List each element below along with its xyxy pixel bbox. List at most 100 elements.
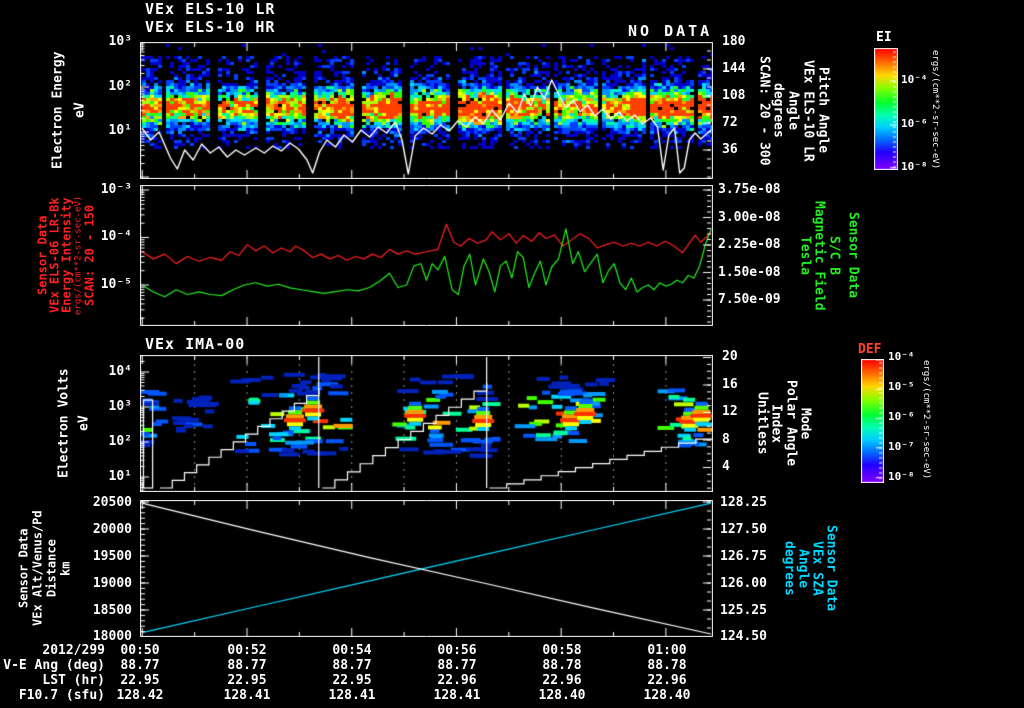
mode-tick: 20 (722, 349, 738, 364)
ima-spectrogram-panel (140, 355, 713, 492)
ima-y-tick: 10³ (108, 399, 132, 414)
ima-right-label: Polar Angle (783, 380, 799, 467)
mode-tick: 16 (722, 377, 738, 392)
time-tick: 00:52 (227, 643, 267, 658)
lst-value: 22.95 (332, 673, 372, 688)
els-right-label: SCAN: 20 - 300 (756, 55, 772, 166)
sza-right-label: degrees (781, 541, 797, 596)
ima-y-axis-label: Electron Volts (56, 368, 72, 479)
bfield-right-label: Tesla (797, 235, 813, 276)
els-right-label: Pitch Angle (815, 67, 831, 154)
sza-tick: 126.00 (720, 576, 767, 591)
time-tick: 00:50 (120, 643, 160, 658)
ve-ang-value: 88.77 (437, 658, 477, 673)
ei-colorbar (874, 48, 898, 170)
lst-value: 22.96 (647, 673, 687, 688)
title-els-hr: VEx ELS-10 HR (145, 18, 276, 36)
no-data-status: NO DATA (628, 22, 713, 40)
time-tick: 00:56 (437, 643, 477, 658)
lst-value: 22.96 (542, 673, 582, 688)
ve-ang-value: 88.77 (227, 658, 267, 673)
ei-tick: 10⁻⁸ (901, 160, 928, 173)
vex-plot-window: VEx ELS-10 LR VEx ELS-10 HR NO DATA VEx … (0, 0, 1024, 708)
pitch-tick: 36 (722, 142, 738, 157)
def-tick: 10⁻⁵ (888, 380, 915, 393)
els-y-axis-label: Electron Energy (50, 51, 66, 170)
sza-right-label: VEx SZA (809, 541, 825, 596)
def-tick: 10⁻⁶ (888, 410, 915, 423)
alt-left-label: VEx Alt/Venus/Pd (30, 510, 45, 627)
alt-y-tick: 19000 (92, 576, 132, 591)
ei-colorbar-title: EI (876, 30, 892, 45)
intensity-left-label: SCAN: 20 - 150 (82, 204, 97, 307)
lst-value: 22.96 (437, 673, 477, 688)
bfield-tick: 1.50e-08 (718, 265, 781, 280)
title-els-lr: VEx ELS-10 LR (145, 0, 276, 18)
altitude-sza-panel (140, 500, 713, 637)
ei-tick: 10⁻⁴ (901, 73, 928, 86)
bfield-tick: 7.50e-09 (718, 292, 781, 307)
mode-tick: 8 (722, 432, 730, 447)
els-y-axis-unit: eV (72, 102, 88, 119)
sza-tick: 124.50 (720, 629, 767, 644)
els-right-label: Angle (785, 90, 801, 131)
bfield-tick: 3.00e-08 (718, 210, 781, 225)
bfield-tick: 3.75e-08 (718, 182, 781, 197)
f107-value: 128.40 (538, 688, 586, 703)
els-y-tick: 10³ (108, 34, 132, 49)
intensity-y-tick: 10⁻³ (100, 182, 132, 197)
pitch-tick: 72 (722, 115, 738, 130)
date-label: 2012/299 (42, 643, 105, 658)
row-label-ve-ang: V-E Ang (deg) (3, 658, 105, 673)
alt-y-tick: 19500 (92, 549, 132, 564)
ve-ang-value: 88.78 (647, 658, 687, 673)
sza-right-label: Angle (795, 548, 811, 589)
def-tick: 10⁻⁷ (888, 440, 915, 453)
ima-y-axis-unit: eV (76, 415, 92, 432)
alt-left-label: Distance (44, 539, 59, 598)
f107-value: 128.41 (328, 688, 376, 703)
ve-ang-value: 88.78 (542, 658, 582, 673)
f107-value: 128.41 (223, 688, 271, 703)
f107-value: 128.41 (433, 688, 481, 703)
alt-y-tick: 18500 (92, 603, 132, 618)
row-label-lst: LST (hr) (42, 673, 105, 688)
alt-y-tick: 20500 (92, 495, 132, 510)
f107-value: 128.40 (643, 688, 691, 703)
def-colorbar (861, 359, 884, 483)
ima-right-label: Mode (797, 407, 813, 440)
els-y-tick: 10¹ (108, 123, 132, 138)
row-label-f107: F10.7 (sfu) (18, 688, 105, 703)
alt-y-tick: 20000 (92, 522, 132, 537)
ima-y-tick: 10⁴ (108, 364, 132, 379)
def-tick: 10⁻⁸ (888, 470, 915, 483)
mode-tick: 12 (722, 404, 738, 419)
pitch-tick: 144 (722, 61, 746, 76)
time-tick: 00:54 (332, 643, 372, 658)
pitch-tick: 180 (722, 34, 746, 49)
def-colorbar-title: DEF (858, 342, 882, 357)
els-spectrogram-panel (140, 42, 713, 179)
els-right-label: degrees (770, 83, 786, 138)
ima-y-tick: 10¹ (108, 469, 132, 484)
title-ima: VEx IMA-00 (145, 335, 246, 353)
els-y-tick: 10² (108, 79, 132, 94)
def-colorbar-unit: ergs/(cm**2-sr-sec-eV) (921, 360, 931, 480)
ei-colorbar-unit: ergs/(cm**2-sr-sec-eV) (930, 50, 940, 170)
intensity-bfield-panel (140, 185, 713, 326)
bfield-right-label: Magnetic Field (811, 200, 827, 311)
ima-right-label: Index (768, 403, 784, 444)
intensity-y-tick: 10⁻⁴ (100, 229, 132, 244)
f107-value: 128.42 (116, 688, 164, 703)
ei-tick: 10⁻⁶ (901, 117, 928, 130)
ima-y-tick: 10² (108, 434, 132, 449)
intensity-y-tick: 10⁻⁵ (100, 277, 132, 292)
ve-ang-value: 88.77 (332, 658, 372, 673)
sza-tick: 126.75 (720, 549, 767, 564)
bfield-right-label: Sensor Data (845, 212, 861, 299)
alt-left-label: km (58, 561, 73, 576)
ve-ang-value: 88.77 (120, 658, 160, 673)
lst-value: 22.95 (120, 673, 160, 688)
time-tick: 00:58 (542, 643, 582, 658)
sza-tick: 127.50 (720, 522, 767, 537)
